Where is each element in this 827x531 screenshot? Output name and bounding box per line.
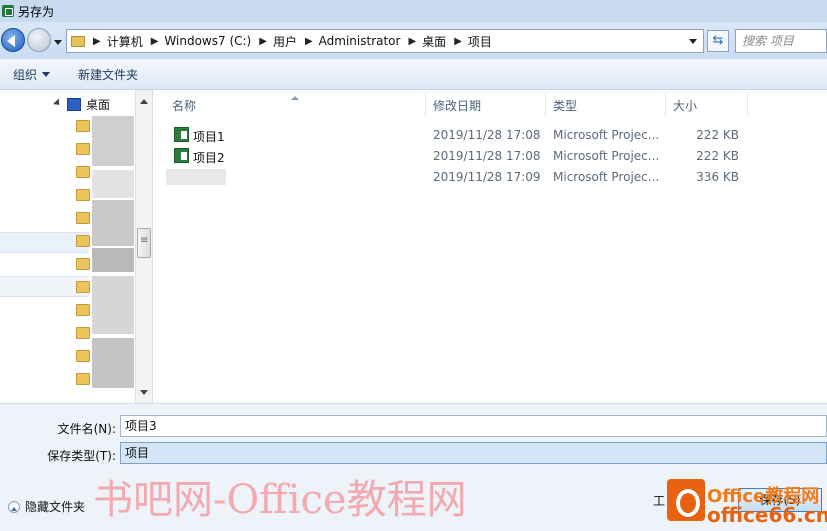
- breadcrumb-project[interactable]: 项目: [468, 33, 492, 50]
- command-toolbar: 组织 新建文件夹: [0, 59, 827, 90]
- project-file-icon: [174, 148, 189, 163]
- blurred-region: [92, 248, 134, 272]
- chevron-right-icon[interactable]: ▶: [408, 36, 416, 47]
- address-bar[interactable]: ▶ 计算机 ▶ Windows7 (C:) ▶ 用户 ▶ Administrat…: [66, 29, 704, 53]
- tools-button[interactable]: 工: [653, 492, 665, 509]
- chevron-right-icon[interactable]: ▶: [93, 36, 101, 47]
- folder-icon[interactable]: [76, 120, 90, 132]
- folder-icon[interactable]: [76, 350, 90, 362]
- filetype-select[interactable]: 项目: [120, 442, 827, 464]
- file-name: 项目1: [193, 130, 225, 144]
- filename-input[interactable]: 项目3: [120, 415, 827, 437]
- column-size[interactable]: 大小: [673, 97, 697, 114]
- folder-icon[interactable]: [76, 304, 90, 316]
- expand-arrow-icon[interactable]: [52, 98, 66, 111]
- folder-icon[interactable]: [76, 258, 90, 270]
- column-divider[interactable]: [545, 92, 546, 116]
- column-divider[interactable]: [665, 92, 666, 116]
- scroll-thumb[interactable]: [137, 228, 151, 258]
- file-list: 名称 修改日期 类型 大小 项目1 2019/11/28 17:08 Micro…: [154, 90, 827, 403]
- chevron-right-icon[interactable]: ▶: [259, 36, 267, 47]
- scroll-down-icon[interactable]: [140, 390, 148, 399]
- chevron-right-icon[interactable]: ▶: [151, 36, 159, 47]
- refresh-button[interactable]: ⇆: [707, 30, 729, 52]
- chevron-right-icon[interactable]: ▶: [454, 36, 462, 47]
- blurred-region: [92, 338, 134, 388]
- folder-icon[interactable]: [76, 189, 90, 201]
- back-button[interactable]: [1, 28, 25, 52]
- file-size: 222 KB: [696, 149, 739, 163]
- blurred-region: [92, 116, 134, 166]
- nav-item-label: 桌面: [86, 98, 111, 112]
- office-logo-icon: [667, 479, 705, 521]
- blurred-region: [92, 276, 134, 334]
- search-input[interactable]: 搜索 项目: [735, 29, 827, 53]
- breadcrumb-desktop[interactable]: 桌面: [422, 33, 446, 50]
- desktop-icon: [67, 98, 81, 111]
- navigation-pane: 桌面: [0, 90, 153, 403]
- column-header-row: 名称 修改日期 类型 大小: [154, 90, 827, 118]
- file-date: 2019/11/28 17:08: [433, 128, 541, 142]
- recent-locations-dropdown[interactable]: [54, 40, 62, 49]
- watermark-brand-bottom: office66.cn: [707, 503, 827, 527]
- file-row[interactable]: 2019/11/28 17:09 Microsoft Projec... 336…: [154, 167, 827, 188]
- sort-ascending-icon: [291, 92, 299, 100]
- project-file-icon: [174, 127, 189, 142]
- filetype-label: 保存类型(T):: [47, 449, 116, 463]
- chevron-up-icon: [8, 500, 20, 513]
- column-divider[interactable]: [747, 92, 748, 116]
- chevron-down-icon[interactable]: [689, 39, 697, 48]
- file-type: Microsoft Projec...: [553, 149, 660, 163]
- folder-icon[interactable]: [76, 143, 90, 155]
- breadcrumb-administrator[interactable]: Administrator: [319, 34, 401, 48]
- file-row[interactable]: 项目1 2019/11/28 17:08 Microsoft Projec...…: [154, 125, 827, 146]
- file-date: 2019/11/28 17:08: [433, 149, 541, 163]
- chevron-down-icon: [42, 72, 51, 81]
- column-type[interactable]: 类型: [553, 97, 577, 114]
- project-app-icon: [2, 5, 14, 17]
- file-name: 项目2: [193, 151, 225, 165]
- organize-label: 组织: [13, 67, 38, 82]
- file-date: 2019/11/28 17:09: [433, 170, 541, 184]
- breadcrumb-computer[interactable]: 计算机: [107, 33, 143, 50]
- folder-icon[interactable]: [76, 212, 90, 224]
- chevron-right-icon[interactable]: ▶: [305, 36, 313, 47]
- address-row: ▶ 计算机 ▶ Windows7 (C:) ▶ 用户 ▶ Administrat…: [0, 22, 827, 59]
- column-date[interactable]: 修改日期: [433, 97, 481, 114]
- forward-button[interactable]: [27, 28, 51, 52]
- nav-scrollbar[interactable]: [135, 90, 152, 403]
- column-name[interactable]: 名称: [172, 97, 196, 114]
- file-type: Microsoft Projec...: [553, 128, 660, 142]
- window-title: 另存为: [18, 4, 55, 19]
- file-row[interactable]: 项目2 2019/11/28 17:08 Microsoft Projec...…: [154, 146, 827, 167]
- file-type: Microsoft Projec...: [553, 170, 660, 184]
- file-size: 222 KB: [696, 128, 739, 142]
- new-folder-button[interactable]: 新建文件夹: [70, 66, 146, 83]
- blurred-region: [92, 200, 134, 246]
- scroll-up-icon[interactable]: [140, 95, 148, 104]
- title-bar: 另存为: [0, 0, 827, 22]
- folder-icon[interactable]: [76, 166, 90, 178]
- hide-folders-button[interactable]: 隐藏文件夹: [8, 498, 85, 515]
- blurred-region: [92, 170, 134, 198]
- filename-label: 文件名(N):: [57, 422, 116, 436]
- organize-button[interactable]: 组织: [5, 66, 58, 83]
- nav-item-desktop[interactable]: 桌面: [52, 96, 111, 113]
- file-size: 336 KB: [696, 170, 739, 184]
- blurred-region: [166, 169, 226, 185]
- folder-icon[interactable]: [76, 327, 90, 339]
- folder-icon[interactable]: [76, 373, 90, 385]
- breadcrumb-drive[interactable]: Windows7 (C:): [164, 34, 251, 48]
- folder-icon[interactable]: [76, 281, 90, 293]
- breadcrumb-users[interactable]: 用户: [273, 33, 297, 50]
- folder-icon[interactable]: [76, 235, 90, 247]
- watermark-text: 书吧网-Office教程网: [93, 477, 467, 523]
- folder-icon: [71, 35, 85, 47]
- column-divider[interactable]: [425, 92, 426, 116]
- hide-folders-label: 隐藏文件夹: [25, 500, 86, 514]
